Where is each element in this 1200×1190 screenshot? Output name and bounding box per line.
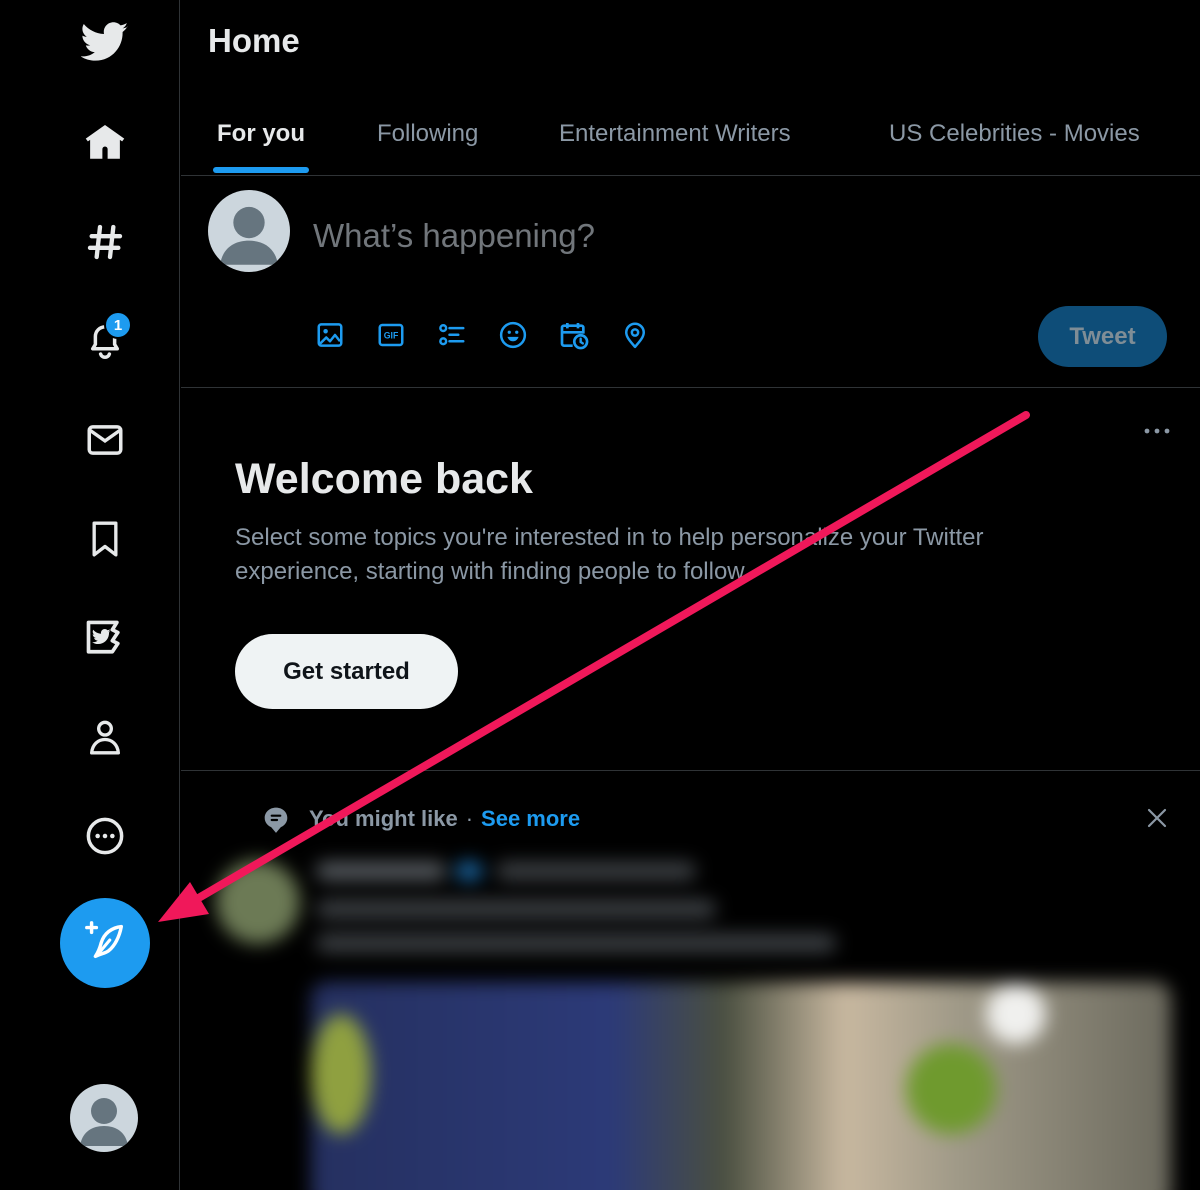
nav-profile[interactable] [60,692,150,782]
twitter-blue-icon [83,616,127,660]
tab-following[interactable]: Following [377,92,478,176]
schedule-icon [558,319,590,356]
envelope-icon [84,419,126,461]
notification-badge: 1 [104,311,132,339]
main-timeline: Home For you Following Entertainment Wri… [181,0,1200,1190]
hashtag-icon [85,222,125,262]
composer-avatar [208,190,290,272]
suggestions-label: You might like [309,806,458,831]
blurred-media-detail [906,1044,996,1134]
blurred-text-line [496,862,696,880]
image-icon [315,320,345,355]
schedule-button[interactable] [556,319,592,355]
tweet-text-input[interactable] [313,217,1013,255]
welcome-more-button[interactable] [1137,417,1177,447]
nav-home[interactable] [60,98,150,188]
account-avatar[interactable] [70,1084,138,1152]
twitter-logo[interactable] [60,0,150,87]
emoji-icon [498,320,528,355]
nav-notifications[interactable] [60,295,150,385]
page-title: Home [208,22,300,59]
person-icon [85,716,125,758]
twitter-bird-icon [81,22,129,62]
nav-more[interactable] [60,791,150,881]
suggestions-header: You might like · See more [309,806,580,832]
poll-icon [437,320,467,355]
blurred-suggested-tweet [206,844,1186,1190]
more-circle-icon [84,815,126,857]
suggestions-section: You might like · See more [181,772,1200,1190]
tab-for-you[interactable]: For you [217,92,305,176]
compose-tweet-button[interactable] [60,898,150,988]
location-button[interactable] [617,319,653,355]
nav-explore[interactable] [60,197,150,287]
blurred-text-line [316,934,836,952]
tab-entertainment-writers[interactable]: Entertainment Writers [559,92,791,176]
media-button[interactable] [312,319,348,355]
nav-twitter-blue[interactable] [60,593,150,683]
location-icon [620,320,650,355]
topic-bubble-icon [263,806,289,834]
blurred-media-detail [311,1014,371,1134]
sidebar-nav: 1 [0,0,180,1190]
active-tab-indicator [213,167,309,173]
home-icon [84,122,126,164]
nav-bookmarks[interactable] [60,494,150,584]
bookmark-icon [85,517,125,561]
welcome-title: Welcome back [235,455,533,503]
dismiss-suggestions-button[interactable] [1143,806,1171,834]
get-started-button[interactable]: Get started [235,634,458,709]
tab-us-celebrities-movies[interactable]: US Celebrities - Movies [889,92,1140,176]
blurred-text-line [316,862,446,880]
tweet-composer: GIF Tweet [181,177,1200,388]
gif-icon: GIF [376,320,406,355]
blurred-text-line [456,862,482,880]
timeline-tabs: For you Following Entertainment Writers … [181,92,1200,176]
tweet-button[interactable]: Tweet [1038,306,1167,367]
close-icon [1146,807,1168,834]
emoji-button[interactable] [495,319,531,355]
separator-dot: · [465,806,474,831]
poll-button[interactable] [434,319,470,355]
more-horizontal-icon [1143,423,1171,441]
blurred-avatar [216,860,300,944]
blurred-media-detail [986,984,1046,1044]
blurred-text-line [316,900,716,918]
welcome-description: Select some topics you're interested in … [235,524,984,585]
see-more-link[interactable]: See more [481,806,580,831]
nav-messages[interactable] [60,395,150,485]
welcome-card: Welcome back Select some topics you're i… [181,389,1200,771]
feather-plus-icon [82,918,128,969]
gif-button[interactable]: GIF [373,319,409,355]
svg-text:GIF: GIF [384,330,399,340]
